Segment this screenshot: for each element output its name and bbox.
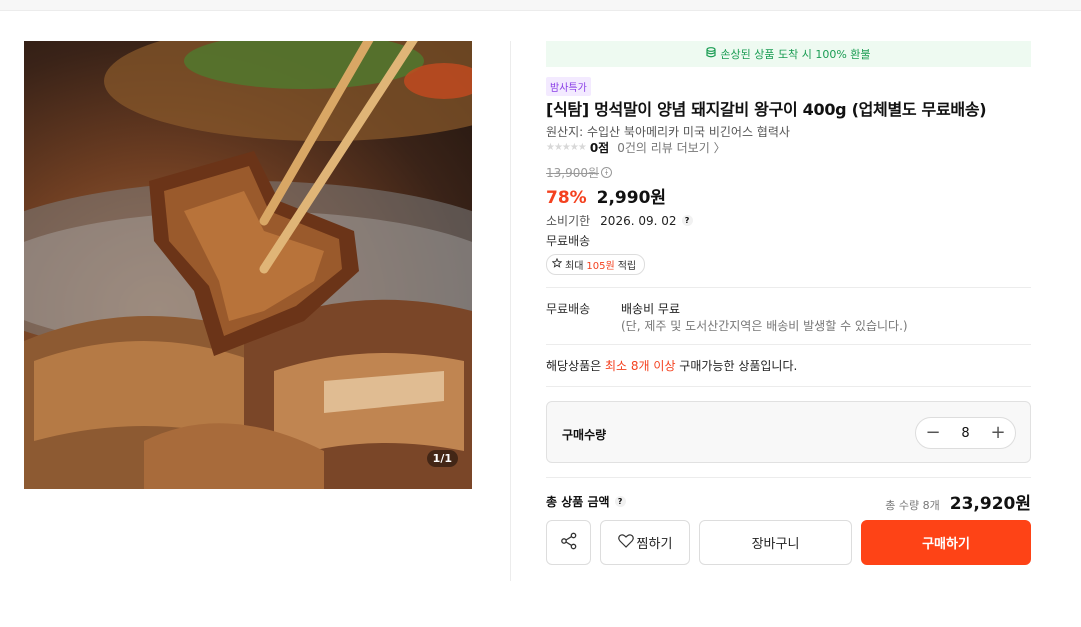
points-badge: 최대 105원 적립 bbox=[546, 254, 646, 275]
expiry-date: 2026. 09. 02 bbox=[600, 213, 677, 228]
product-info: 손상된 상품 도착 시 100% 환불 밤사특가 [식탐] 멍석말이 양념 돼지… bbox=[546, 41, 1031, 565]
product-origin: 원산지: 수입산 북아메리카 미국 비긴어스 협력사 bbox=[546, 125, 790, 139]
refund-banner: 손상된 상품 도착 시 100% 환불 bbox=[546, 41, 1031, 67]
divider bbox=[546, 344, 1031, 345]
points-amount: 105원 bbox=[586, 261, 615, 272]
wishlist-button[interactable]: 찜하기 bbox=[600, 520, 690, 565]
original-price: 13,900원 bbox=[546, 166, 600, 180]
question-icon[interactable]: ? bbox=[681, 215, 693, 226]
grilled-ribs-photo bbox=[24, 41, 472, 489]
share-icon bbox=[560, 532, 578, 554]
divider bbox=[546, 477, 1031, 478]
promo-badge: 밤사특가 bbox=[546, 77, 591, 96]
add-to-cart-button[interactable]: 장바구니 bbox=[699, 520, 852, 565]
info-icon[interactable]: i bbox=[601, 167, 613, 178]
quantity-stepper[interactable]: − 8 + bbox=[915, 417, 1016, 449]
shipping-value: 배송비 무료 bbox=[621, 302, 681, 316]
minimum-highlight: 최소 8개 이상 bbox=[605, 359, 676, 373]
image-counter: 1/1 bbox=[426, 450, 458, 467]
points-suffix: 적립 bbox=[617, 261, 637, 272]
money-stack-icon bbox=[706, 47, 717, 61]
shipping-label: 무료배송 bbox=[546, 302, 591, 316]
product-title: [식탐] 멍석말이 양념 돼지갈비 왕구이 400g (업체별도 무료배송) bbox=[546, 100, 987, 119]
total-amount: 23,920원 bbox=[949, 494, 1031, 514]
question-icon[interactable]: ? bbox=[614, 496, 626, 507]
quantity-value[interactable]: 8 bbox=[961, 426, 969, 441]
minimum-suffix: 구매가능한 상품입니다. bbox=[675, 359, 798, 373]
expiry-row: 소비기한 2026. 09. 02 ? bbox=[546, 212, 693, 229]
minimum-order-note: 해당상품은 최소 8개 이상 구매가능한 상품입니다. bbox=[546, 357, 797, 374]
points-prefix: 최대 bbox=[565, 261, 584, 272]
total-label-row: 총 상품 금액 ? bbox=[546, 493, 626, 510]
refund-text: 손상된 상품 도착 시 100% 환불 bbox=[720, 48, 871, 61]
discount-rate: 78% bbox=[546, 188, 587, 208]
quantity-box: 구매수량 − 8 + bbox=[546, 401, 1031, 463]
rating-score: 0점 bbox=[589, 141, 610, 155]
rating-row: ★★★★★ 0점 0건의 리뷰 더보기 〉 bbox=[546, 139, 726, 156]
share-button[interactable] bbox=[546, 520, 591, 565]
total-quantity: 총 수량 8개 bbox=[885, 499, 940, 512]
minimum-prefix: 해당상품은 bbox=[546, 359, 606, 373]
expiry-label: 소비기한 bbox=[546, 214, 591, 228]
column-divider bbox=[510, 41, 511, 581]
quantity-label: 구매수량 bbox=[562, 428, 607, 442]
wishlist-label: 찜하기 bbox=[636, 537, 673, 552]
original-price-row: 13,900원 i bbox=[546, 164, 613, 181]
heart-icon bbox=[617, 533, 634, 552]
product-image[interactable]: 1/1 bbox=[24, 41, 472, 489]
plus-button[interactable]: + bbox=[990, 424, 1006, 442]
reviews-link[interactable]: 0건의 리뷰 더보기 〉 bbox=[617, 139, 725, 156]
free-shipping-tag: 무료배송 bbox=[546, 234, 591, 248]
divider bbox=[546, 287, 1031, 288]
rating-stars: ★★★★★ bbox=[546, 142, 587, 153]
shipping-note: (단, 제주 및 도서산간지역은 배송비 발생할 수 있습니다.) bbox=[621, 319, 908, 333]
total-summary: 총 수량 8개 23,920원 bbox=[885, 489, 1031, 514]
total-label: 총 상품 금액 bbox=[546, 495, 610, 509]
sale-price: 2,990원 bbox=[596, 188, 667, 208]
divider bbox=[546, 386, 1031, 387]
star-outline-icon bbox=[551, 257, 563, 271]
price-row: 78% 2,990원 bbox=[546, 183, 666, 208]
minus-button[interactable]: − bbox=[925, 424, 941, 442]
action-buttons: 찜하기 장바구니 구매하기 bbox=[546, 520, 1031, 565]
top-bar bbox=[0, 0, 1081, 11]
buy-now-button[interactable]: 구매하기 bbox=[861, 520, 1031, 565]
